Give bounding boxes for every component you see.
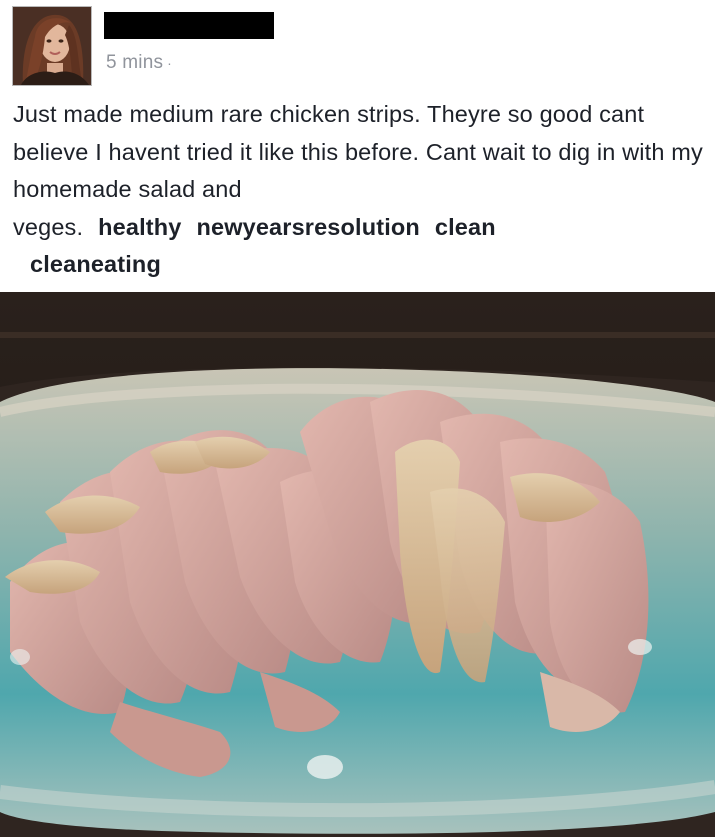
post-body: Just made medium rare chicken strips. Th… (13, 96, 703, 284)
hashtag-cleaneating[interactable]: cleaneating (30, 251, 161, 277)
author-avatar[interactable] (12, 6, 92, 86)
hashtag-newyearsresolution[interactable]: newyearsresolution (196, 214, 419, 240)
post-photo[interactable] (0, 292, 715, 837)
timestamp-label: 5 mins (106, 52, 164, 73)
food-photo-icon (0, 292, 715, 837)
author-name-redacted (104, 12, 274, 39)
post-timestamp[interactable]: 5 mins · (106, 52, 172, 74)
facebook-post: 5 mins · Just made medium rare chicken st… (0, 0, 715, 837)
hashtag-clean[interactable]: clean (435, 214, 496, 240)
visibility-separator: · (167, 55, 173, 71)
avatar-portrait-icon (13, 7, 91, 85)
hashtag-healthy[interactable]: healthy (98, 214, 181, 240)
